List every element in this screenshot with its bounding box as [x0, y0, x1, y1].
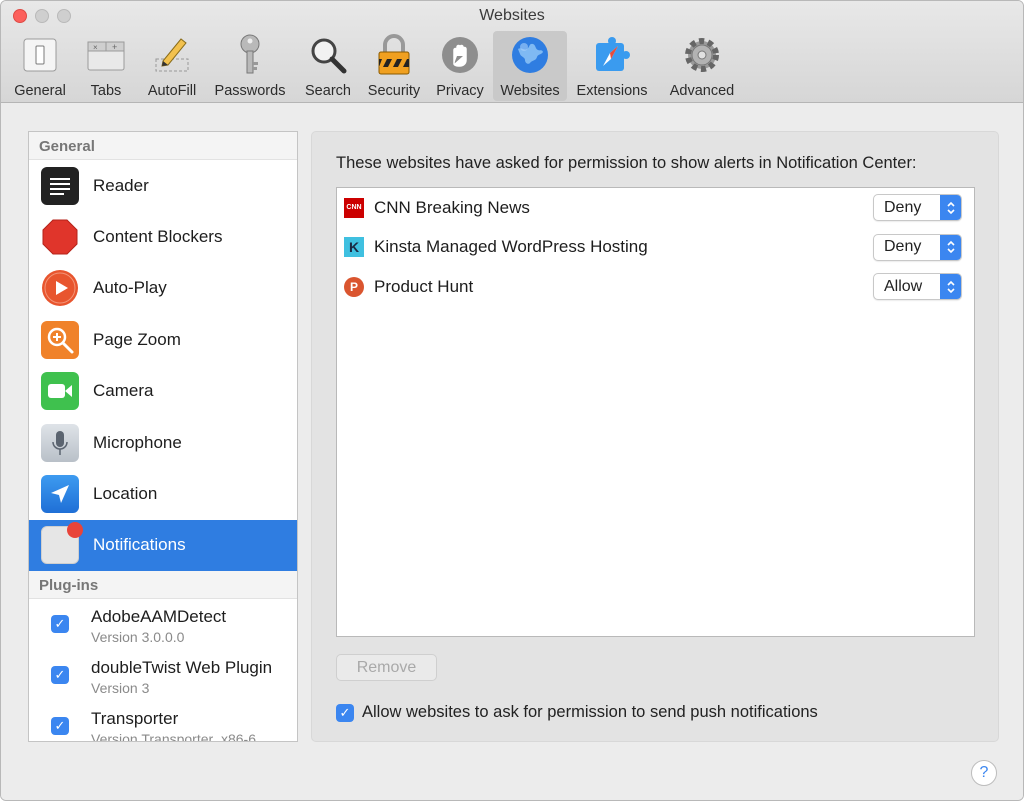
sidebar-item-label: Location [93, 484, 158, 504]
permission-value: Deny [884, 238, 922, 255]
permission-value: Deny [884, 198, 922, 216]
permission-value: Allow [884, 277, 923, 295]
hand-icon [440, 35, 480, 75]
producthunt-icon: P [344, 276, 364, 297]
tab-security[interactable]: Security [361, 31, 427, 101]
sidebar-item-content-blockers[interactable]: Content Blockers [29, 211, 297, 262]
sidebar-item-reader[interactable]: Reader [29, 160, 297, 211]
sidebar-item-label: Reader [93, 175, 149, 195]
title-bar: Websites General × + Tabs AutoFill Passw… [1, 1, 1023, 103]
panel-description: These websites have asked for permission… [336, 154, 917, 172]
tab-privacy[interactable]: Privacy [427, 31, 493, 101]
microphone-icon [41, 423, 79, 462]
preferences-content: General Reader Content Blockers Auto-Pla… [1, 104, 1023, 800]
tab-websites[interactable]: Websites [493, 31, 567, 101]
plugin-name: AdobeAAMDetect [91, 607, 227, 627]
plugins-section-header: Plug-ins [29, 571, 297, 600]
play-icon [41, 269, 79, 307]
sidebar-item-auto-play[interactable]: Auto-Play [29, 263, 297, 314]
sidebar-item-page-zoom[interactable]: Page Zoom [29, 314, 297, 365]
preferences-toolbar: General × + Tabs AutoFill Passwords Sear… [7, 31, 747, 101]
plugin-version: Version 3 [91, 680, 150, 697]
plugin-enabled-checkbox[interactable]: ✓ [51, 717, 69, 736]
help-button[interactable]: ? [971, 760, 997, 786]
permission-select[interactable]: Deny [873, 233, 962, 261]
general-section-header: General [29, 132, 297, 160]
sidebar-item-label: Microphone [93, 432, 182, 452]
notification-badge-icon [67, 522, 83, 539]
sidebar-item-camera[interactable]: Camera [29, 366, 297, 417]
plugin-item[interactable]: ✓ AdobeAAMDetect Version 3.0.0.0 [29, 599, 297, 650]
site-name: CNN Breaking News [374, 197, 530, 217]
svg-text:×: × [93, 43, 98, 52]
site-row[interactable]: K Kinsta Managed WordPress Hosting Deny [337, 228, 974, 268]
websites-sidebar: General Reader Content Blockers Auto-Pla… [28, 131, 298, 742]
sidebar-item-label: Notifications [93, 535, 186, 555]
sidebar-item-label: Camera [93, 381, 154, 401]
chevron-up-down-icon [940, 274, 961, 299]
site-row[interactable]: P Product Hunt Allow [337, 267, 974, 307]
notifications-panel: These websites have asked for permission… [311, 131, 999, 742]
gear-icon [682, 35, 722, 75]
permission-select[interactable]: Allow [873, 273, 962, 300]
kinsta-icon: K [344, 237, 364, 258]
general-switch-icon [20, 35, 60, 75]
tab-autofill[interactable]: AutoFill [139, 31, 205, 101]
plugin-version: Version 3.0.0.0 [91, 629, 185, 646]
sidebar-item-label: Content Blockers [93, 227, 223, 247]
sidebar-item-label: Page Zoom [93, 329, 181, 349]
compass-puzzle-icon [592, 35, 632, 75]
stop-sign-icon [41, 218, 79, 256]
svg-text:+: + [112, 42, 117, 52]
tab-search[interactable]: Search [295, 31, 361, 101]
plugin-enabled-checkbox[interactable]: ✓ [51, 666, 69, 685]
sidebar-item-notifications[interactable]: Notifications [29, 519, 297, 572]
reader-icon [41, 166, 79, 205]
plugin-version: Version Transporter_x86-6 [91, 731, 256, 742]
sidebar-item-microphone[interactable]: Microphone [29, 417, 297, 468]
plugin-item[interactable]: ✓ doubleTwist Web Plugin Version 3 [29, 650, 297, 701]
location-arrow-icon [41, 475, 79, 514]
tabs-icon: × + [86, 35, 126, 75]
tab-passwords[interactable]: Passwords [205, 31, 295, 101]
sidebar-item-location[interactable]: Location [29, 468, 297, 519]
plugin-item[interactable]: ✓ Transporter Version Transporter_x86-6 [29, 701, 297, 742]
tab-tabs[interactable]: × + Tabs [73, 31, 139, 101]
remove-button[interactable]: Remove [336, 654, 437, 681]
allow-push-option[interactable]: ✓ Allow websites to ask for permission t… [336, 703, 818, 722]
camera-icon [41, 372, 79, 411]
permission-select[interactable]: Deny [873, 194, 962, 221]
site-name: Product Hunt [374, 276, 474, 296]
cnn-icon: CNN [344, 197, 364, 218]
magnifier-icon [308, 35, 348, 75]
plugin-enabled-checkbox[interactable]: ✓ [51, 615, 69, 634]
key-icon [230, 34, 270, 75]
tab-general[interactable]: General [7, 31, 73, 101]
tab-extensions[interactable]: Extensions [567, 31, 657, 101]
tab-advanced[interactable]: Advanced [657, 31, 747, 101]
sidebar-item-label: Auto-Play [93, 278, 167, 298]
allow-push-label: Allow websites to ask for permission to … [362, 703, 818, 721]
zoom-icon [41, 320, 79, 359]
globe-icon [510, 35, 550, 75]
site-name: Kinsta Managed WordPress Hosting [374, 237, 648, 257]
chevron-up-down-icon [940, 195, 961, 220]
pencil-icon [152, 35, 192, 75]
allow-push-checkbox[interactable]: ✓ [336, 703, 354, 722]
notifications-icon [41, 522, 83, 565]
chevron-up-down-icon [940, 234, 961, 260]
window-title: Websites [479, 7, 545, 24]
plugin-name: Transporter [91, 709, 179, 729]
plugin-name: doubleTwist Web Plugin [91, 658, 273, 678]
site-row[interactable]: CNN CNN Breaking News Deny [337, 188, 974, 228]
safari-preferences-window: Websites General × + Tabs AutoFill Passw… [0, 0, 1024, 801]
lock-icon [374, 34, 414, 75]
website-permission-list[interactable]: CNN CNN Breaking News Deny K Kinsta Mana… [336, 187, 975, 637]
